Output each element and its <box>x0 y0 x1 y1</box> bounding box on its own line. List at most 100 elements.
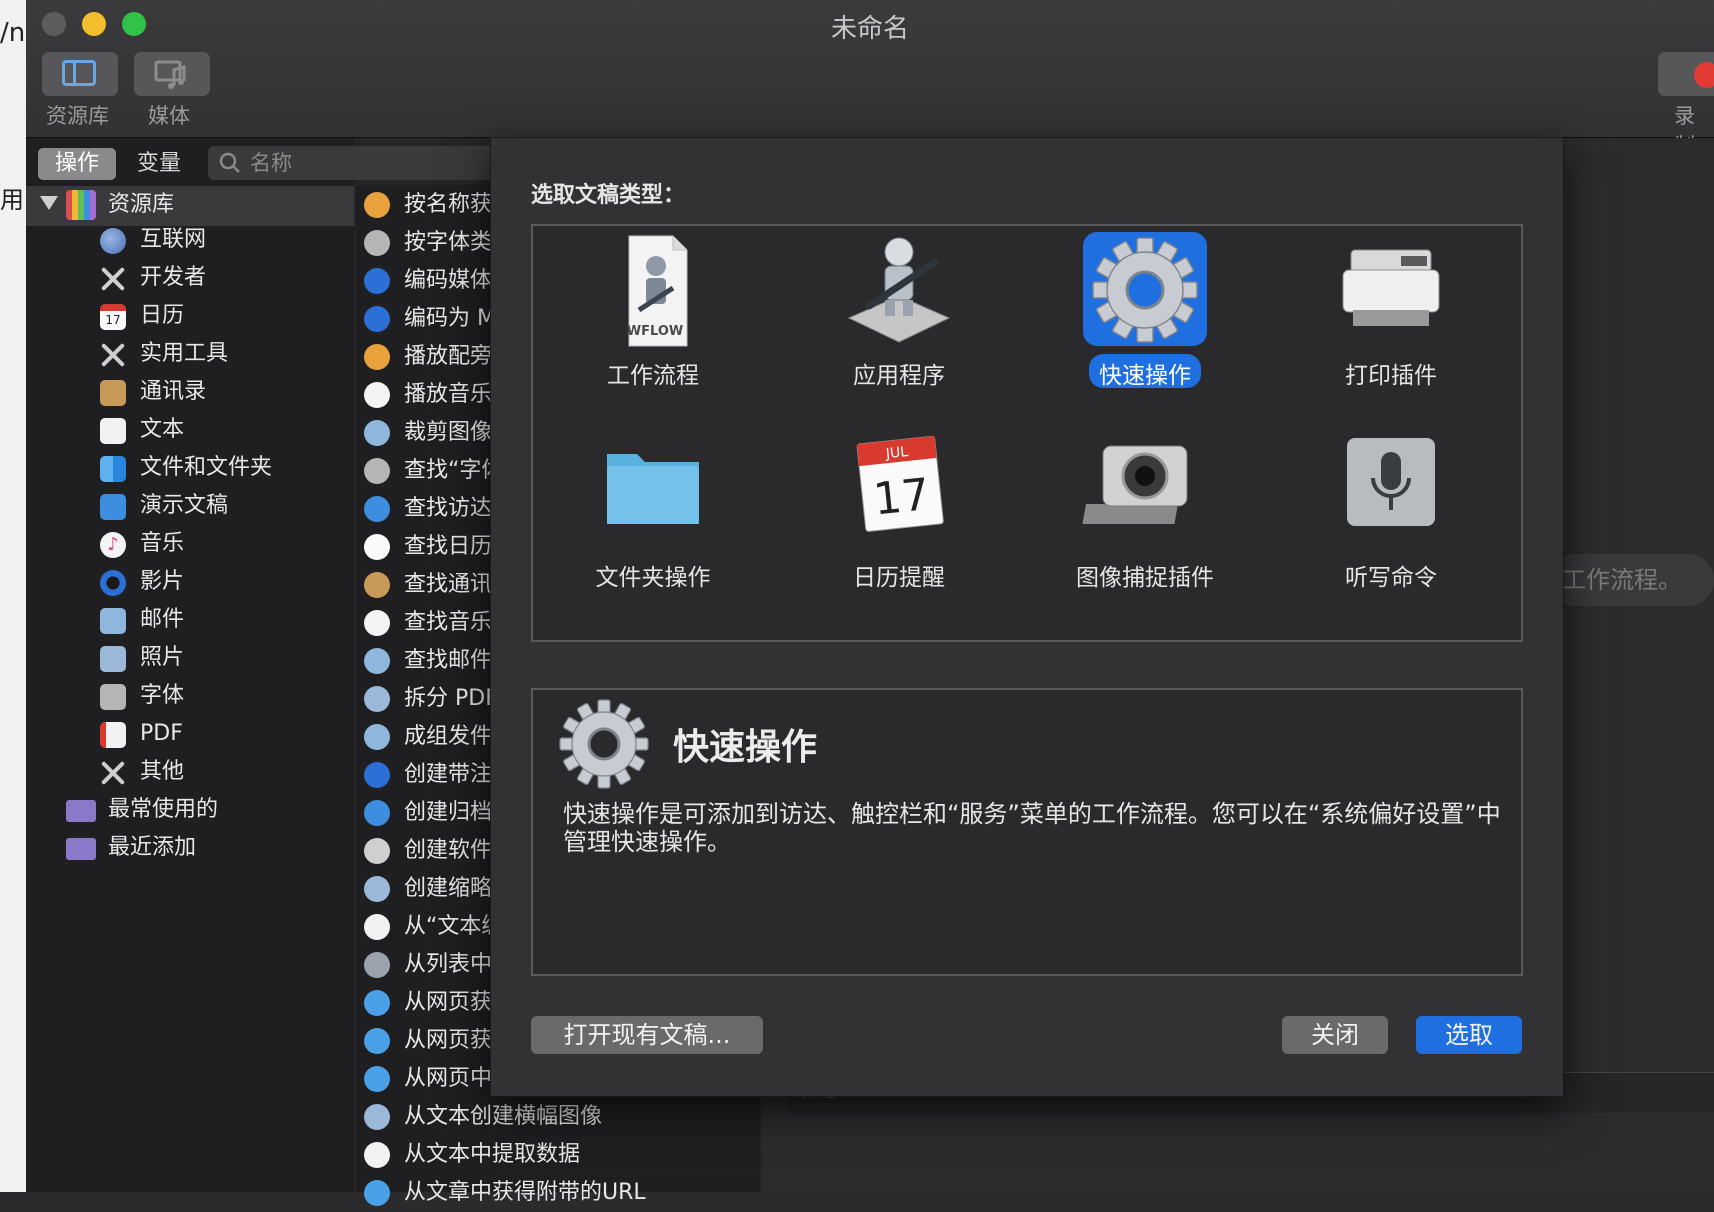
tools-icon <box>100 266 126 292</box>
action-icon <box>364 952 390 978</box>
folder-icon <box>607 454 699 524</box>
library-smart-group[interactable]: 最近添加 <box>26 830 354 868</box>
action-label: 成组发件 <box>404 724 493 749</box>
sidebar-icon <box>62 60 96 86</box>
calendar-icon: JUL 17 <box>856 435 944 532</box>
photos-icon <box>100 646 126 672</box>
library-toggle-button[interactable] <box>42 52 118 96</box>
action-label: 从网页获 <box>404 1028 493 1053</box>
library-category-item[interactable]: 照片 <box>26 640 354 678</box>
gear-icon <box>1092 237 1198 343</box>
action-label: 从“文本编 <box>404 914 504 939</box>
choose-button[interactable]: 选取 <box>1416 1016 1522 1054</box>
library-category-item[interactable]: 邮件 <box>26 602 354 640</box>
library-category-item[interactable]: PDF <box>26 716 354 754</box>
finder-icon <box>100 456 126 482</box>
automator-robot-icon <box>847 237 951 343</box>
action-item[interactable]: 从文本中提取数据 <box>356 1136 760 1174</box>
type-quick-action[interactable]: 快速操作 <box>1035 230 1255 430</box>
library-category-item[interactable]: ♪ 音乐 <box>26 526 354 564</box>
library-category-label: 照片 <box>140 645 185 670</box>
media-icon <box>154 60 186 89</box>
action-icon <box>364 686 390 712</box>
library-category-label: 文件和文件夹 <box>140 455 273 480</box>
tab-actions[interactable]: 操作 <box>38 148 116 180</box>
action-icon <box>364 458 390 484</box>
action-icon <box>364 1028 390 1054</box>
action-label: 从列表中 <box>404 952 493 977</box>
action-label: 查找通讯 <box>404 572 493 597</box>
mail-icon <box>100 608 126 634</box>
action-label: 从网页中 <box>404 1066 493 1091</box>
other-icon <box>100 760 126 786</box>
library-icon <box>66 190 96 220</box>
action-label: 播放音乐 <box>404 382 493 407</box>
library-category-item[interactable]: 通讯录 <box>26 374 354 412</box>
library-category-item[interactable]: 17 日历 <box>26 298 354 336</box>
library-category-label: 邮件 <box>140 607 185 632</box>
media-button[interactable] <box>134 52 210 96</box>
type-application-label: 应用程序 <box>853 363 945 389</box>
contacts-icon <box>100 380 126 406</box>
calendar-icon: 17 <box>100 304 126 330</box>
action-label: 查找“字体 <box>404 458 504 483</box>
globe-icon <box>100 228 126 254</box>
tab-variables[interactable]: 变量 <box>124 148 194 180</box>
action-icon <box>364 192 390 218</box>
description-text: 快速操作是可添加到访达、触控栏和“服务”菜单的工作流程。您可以在“系统偏好设置”… <box>563 800 1501 856</box>
library-category-label: PDF <box>140 721 183 746</box>
open-existing-button[interactable]: 打开现有文稿... <box>531 1016 763 1054</box>
library-category-item[interactable]: 其他 <box>26 754 354 792</box>
close-button[interactable]: 关闭 <box>1282 1016 1388 1054</box>
record-button[interactable] <box>1658 52 1714 96</box>
type-dictation-command[interactable]: 听写命令 <box>1281 430 1501 630</box>
action-icon <box>364 230 390 256</box>
type-print-plugin[interactable]: 打印插件 <box>1281 230 1501 430</box>
action-label: 按名称获 <box>404 192 493 217</box>
gear-icon <box>559 699 649 789</box>
type-dictation-command-label: 听写命令 <box>1345 565 1437 591</box>
action-icon <box>364 268 390 294</box>
action-label: 按字体类 <box>404 230 493 255</box>
workflow-hint: 工作流程。 <box>1548 554 1714 606</box>
search-placeholder: 名称 <box>250 151 292 175</box>
disclosure-triangle-icon[interactable] <box>40 196 58 210</box>
library-category-item[interactable]: 字体 <box>26 678 354 716</box>
library-root-label: 资源库 <box>108 192 175 217</box>
type-workflow[interactable]: WFLOW 工作流程 <box>543 230 763 430</box>
type-image-capture-plugin[interactable]: 图像捕捉插件 <box>1035 430 1255 630</box>
workflow-icon: WFLOW <box>627 235 688 347</box>
action-icon <box>364 800 390 826</box>
search-input[interactable]: 名称 <box>208 146 498 180</box>
library-category-item[interactable]: 文件和文件夹 <box>26 450 354 488</box>
library-category-item[interactable]: 文本 <box>26 412 354 450</box>
action-icon <box>364 534 390 560</box>
media-label: 媒体 <box>148 104 190 128</box>
library-category-label: 音乐 <box>140 531 185 556</box>
action-label: 查找邮件 <box>404 648 493 673</box>
movie-icon <box>100 570 126 596</box>
type-calendar-alarm[interactable]: JUL 17 日历提醒 <box>789 430 1009 630</box>
library-category-label: 互联网 <box>140 227 207 252</box>
library-category-item[interactable]: 演示文稿 <box>26 488 354 526</box>
type-print-plugin-label: 打印插件 <box>1345 363 1437 389</box>
action-label: 从网页获 <box>404 990 493 1015</box>
library-category-item[interactable]: 影片 <box>26 564 354 602</box>
svg-text:WFLOW: WFLOW <box>627 324 683 339</box>
library-category-item[interactable]: 互联网 <box>26 222 354 260</box>
action-item[interactable]: 从文本创建横幅图像 <box>356 1098 760 1136</box>
library-category-item[interactable]: 开发者 <box>26 260 354 298</box>
type-folder-action[interactable]: 文件夹操作 <box>543 430 763 630</box>
library-category-item[interactable]: 实用工具 <box>26 336 354 374</box>
library-category-label: 影片 <box>140 569 185 594</box>
library-category-label: 日历 <box>140 303 185 328</box>
action-icon <box>364 990 390 1016</box>
library-toggle-label: 资源库 <box>46 104 109 128</box>
utilities-icon <box>100 342 126 368</box>
action-item[interactable]: 从文章中获得附带的URL <box>356 1174 760 1212</box>
action-icon <box>364 1180 390 1206</box>
library-smart-group[interactable]: 最常使用的 <box>26 792 354 830</box>
printer-icon <box>1342 249 1440 326</box>
action-icon <box>364 306 390 332</box>
type-application[interactable]: 应用程序 <box>789 230 1009 430</box>
